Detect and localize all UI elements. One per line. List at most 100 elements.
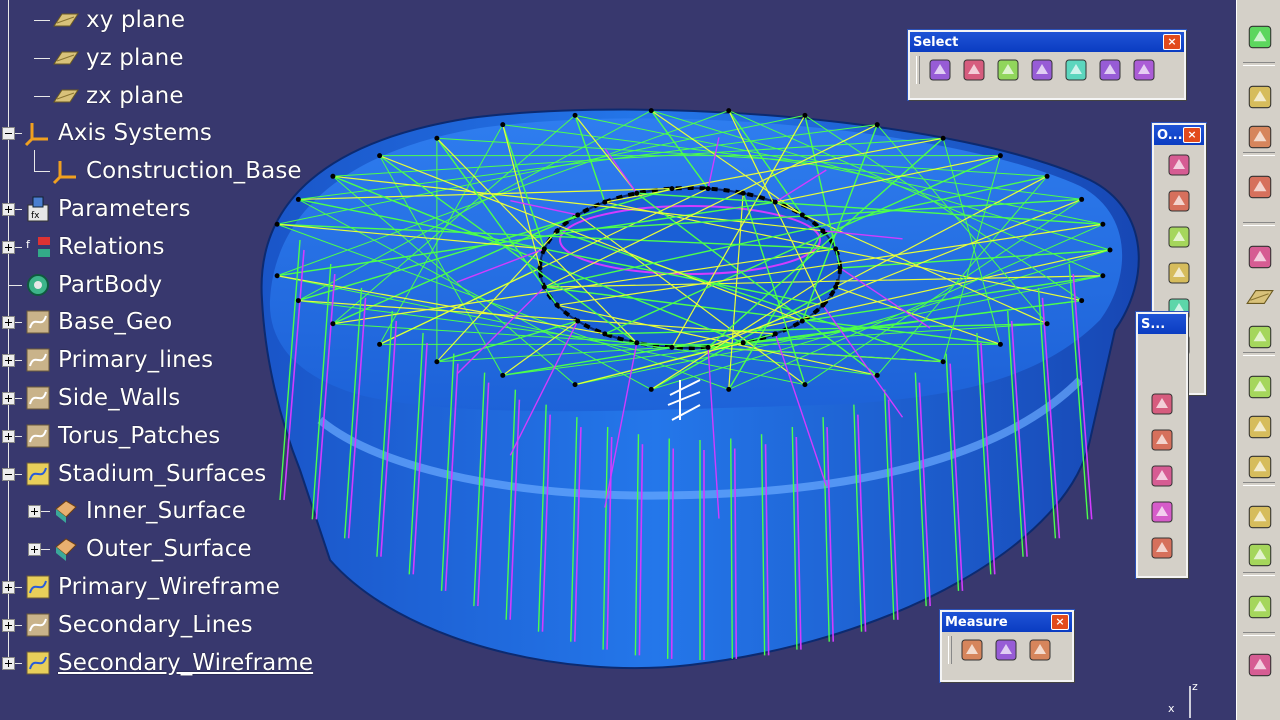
wire-point: [997, 341, 1003, 347]
tree-node-label: Axis Systems: [58, 120, 212, 147]
tree-expander-plus[interactable]: [2, 203, 15, 216]
surfaces-toolbar-title-bar[interactable]: S...: [1138, 314, 1186, 334]
wire-point: [1100, 273, 1106, 279]
tree-expander-plus[interactable]: [2, 429, 15, 443]
tree-node[interactable]: yz plane: [52, 41, 184, 75]
tree-node[interactable]: PartBody: [24, 268, 162, 302]
join-icon[interactable]: [1165, 151, 1193, 179]
tree-expander-plus[interactable]: [28, 505, 41, 519]
geometrical-set-active-icon: [24, 460, 52, 488]
wire-point: [541, 246, 547, 252]
paint-stroke-select-icon[interactable]: [1062, 56, 1090, 84]
select-toolbar-title: Select: [913, 34, 959, 50]
tree-node[interactable]: Base_Geo: [24, 305, 172, 339]
revolve-icon[interactable]: [1245, 372, 1275, 402]
tree-node[interactable]: Construction_Base: [52, 154, 302, 188]
tree-expander-minus[interactable]: [2, 467, 15, 481]
wire-point: [820, 228, 826, 234]
tree-node[interactable]: Primary_lines: [24, 343, 213, 377]
sketch-analysis-icon[interactable]: [1245, 122, 1275, 152]
sweep-icon[interactable]: [1148, 426, 1176, 454]
tree-node-label: xy plane: [86, 7, 186, 33]
select-icon[interactable]: [1245, 82, 1275, 112]
tree-node[interactable]: Outer_Surface: [52, 532, 252, 566]
blend-icon[interactable]: [1148, 534, 1176, 562]
wire-point: [1079, 298, 1085, 304]
split-icon[interactable]: [1165, 187, 1193, 215]
tree-expander-plus[interactable]: [2, 316, 15, 330]
tree-node[interactable]: Torus_Patches: [24, 419, 220, 453]
tree-node[interactable]: Primary_Wireframe: [24, 570, 280, 604]
tree-node-label: Outer_Surface: [86, 536, 252, 563]
tree-expander-plus[interactable]: [2, 240, 15, 254]
spline-icon[interactable]: [1245, 502, 1275, 532]
tree-node[interactable]: Secondary_Wireframe: [24, 646, 313, 680]
tree-node[interactable]: Secondary_Lines: [24, 608, 253, 642]
measure-between-icon[interactable]: [958, 636, 986, 664]
toolbar-grip[interactable]: [948, 636, 952, 664]
outside-intersect-trap-icon[interactable]: [1130, 56, 1158, 84]
sketcher-icon[interactable]: [1245, 22, 1275, 52]
tree-expander-plus[interactable]: [2, 354, 15, 368]
select-toolbar-close-button[interactable]: ×: [1163, 34, 1181, 50]
tree-node[interactable]: xy plane: [52, 3, 185, 37]
extrude-icon[interactable]: [1245, 322, 1275, 352]
wire-point: [500, 122, 506, 128]
axis-x-label: x: [1168, 702, 1175, 715]
outside-trap-icon[interactable]: [1096, 56, 1124, 84]
tree-node[interactable]: zx plane: [52, 79, 184, 113]
extract-icon[interactable]: [1165, 223, 1193, 251]
geometrical-set-icon: [24, 422, 52, 450]
wire-point: [874, 122, 880, 128]
tree-node[interactable]: fx Parameters: [24, 192, 191, 226]
wire-point: [799, 212, 805, 218]
tree-node[interactable]: Stadium_Surfaces: [24, 457, 266, 491]
sphere-icon[interactable]: [1245, 412, 1275, 442]
circle-icon[interactable]: [1245, 452, 1275, 482]
tree-expander-plus[interactable]: [28, 543, 41, 557]
line-icon[interactable]: [1245, 242, 1275, 272]
wire-point: [541, 284, 547, 290]
select-arrow-icon[interactable]: [926, 56, 954, 84]
parameters-icon: fx: [24, 195, 52, 223]
fillet-icon[interactable]: [1165, 259, 1193, 287]
toolbar-grip[interactable]: [916, 56, 920, 84]
tree-node[interactable]: Inner_Surface: [52, 494, 246, 528]
wire-point: [434, 135, 440, 141]
select-toolbar-title-bar[interactable]: Select ×: [910, 32, 1184, 52]
tree-expander-plus[interactable]: [2, 656, 15, 670]
tree-expander-minus[interactable]: [2, 127, 15, 141]
operations-toolbar-title-bar[interactable]: O... ×: [1154, 125, 1204, 145]
project-icon[interactable]: [1245, 592, 1275, 622]
point-icon[interactable]: [1245, 172, 1275, 202]
tree-node[interactable]: Axis Systems: [24, 116, 212, 150]
selection-trap-icon[interactable]: [960, 56, 988, 84]
tree-node[interactable]: Side_Walls: [24, 381, 180, 415]
intersecting-trap-icon[interactable]: [994, 56, 1022, 84]
measure-toolbar-close-button[interactable]: ×: [1051, 614, 1069, 630]
operations-toolbar-close-button[interactable]: ×: [1183, 127, 1201, 143]
plane-icon[interactable]: [1245, 282, 1275, 312]
offset-surface-icon[interactable]: [1148, 390, 1176, 418]
fill-icon[interactable]: [1148, 462, 1176, 490]
wire-point: [1044, 321, 1050, 327]
tree-expander-plus[interactable]: [2, 392, 15, 405]
polygon-trap-icon[interactable]: [1028, 56, 1056, 84]
tree-node[interactable]: f Relations: [24, 230, 165, 264]
wire-point: [833, 246, 839, 252]
tree-expander-plus[interactable]: [2, 618, 15, 632]
measure-inertia-icon[interactable]: [1026, 636, 1054, 664]
grid-icon[interactable]: [1245, 650, 1275, 680]
tree-expander-plus[interactable]: [2, 581, 15, 594]
tree-node-label: PartBody: [58, 271, 163, 298]
wire-point: [802, 382, 808, 388]
multi-section-icon[interactable]: [1148, 498, 1176, 526]
wire-point: [740, 190, 746, 196]
connect-icon[interactable]: [1245, 540, 1275, 570]
measure-item-icon[interactable]: [992, 636, 1020, 664]
measure-toolbar-title-bar[interactable]: Measure ×: [942, 612, 1072, 632]
wire-point: [330, 173, 336, 179]
wire-point: [802, 112, 808, 118]
wire-point: [669, 344, 675, 350]
wire-point: [554, 302, 560, 308]
